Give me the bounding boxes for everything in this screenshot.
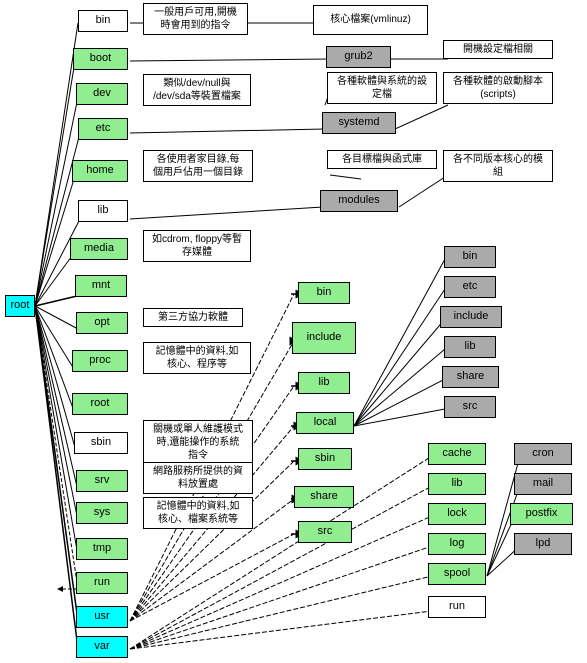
- var-cache-node: cache: [428, 443, 486, 465]
- lib-right-desc-label: 各不同版本核心的模組: [443, 150, 553, 182]
- cron-node: cron: [514, 443, 572, 465]
- root-node: root: [5, 295, 35, 317]
- lpd-node: lpd: [514, 533, 572, 555]
- opt-node: opt: [76, 312, 128, 334]
- media-desc-label: 如cdrom, floppy等暫存媒體: [143, 230, 251, 262]
- sbin-desc-label: 關機或單人維護模式時,還能操作的系統指令: [143, 420, 253, 465]
- usr-lib-node: lib: [298, 372, 350, 394]
- home-desc-label: 各使用者家目錄,每個用戶佔用一個目錄: [143, 150, 253, 182]
- usr-node: usr: [76, 606, 128, 628]
- media-node: media: [70, 238, 128, 260]
- usr-bin-node: bin: [298, 282, 350, 304]
- var-log-node: log: [428, 533, 486, 555]
- lib-left-desc-label: 各目標檔與函式庫: [327, 150, 437, 169]
- opt-desc-label: 第三方協力軟體: [143, 308, 243, 327]
- systemd-right-desc-label: 各種軟體的啟動腳本(scripts): [443, 72, 553, 104]
- local-etc-node: etc: [444, 276, 496, 298]
- lib-node: lib: [78, 200, 128, 222]
- local-include-node: include: [440, 306, 502, 328]
- usr-src-node: src: [298, 521, 352, 543]
- usr-share-node: share: [294, 486, 354, 508]
- mnt-node: mnt: [75, 275, 127, 297]
- diagram-container: root bin boot dev etc home lib media mnt…: [0, 0, 587, 663]
- root-dir-node: root: [72, 393, 128, 415]
- vmlinuz-node: 核心檔案(vmlinuz): [313, 5, 428, 35]
- dev-desc-label: 類似/dev/null與/dev/sda等裝置檔案: [143, 74, 251, 106]
- var-node: var: [76, 636, 128, 658]
- sbin-node: sbin: [74, 432, 128, 454]
- local-bin-node: bin: [444, 246, 496, 268]
- proc-desc-label: 記憶體中的資料,如核心、程序等: [143, 342, 251, 374]
- local-lib-node: lib: [444, 336, 496, 358]
- dev-node: dev: [76, 83, 128, 105]
- systemd-left-desc-label: 各種軟體與系統的設定檔: [327, 72, 437, 104]
- local-src-node: src: [444, 396, 496, 418]
- grub2-node: grub2: [326, 46, 391, 68]
- var-run-node: run: [428, 596, 486, 618]
- postfix-node: postfix: [510, 503, 573, 525]
- etc-node: etc: [78, 118, 128, 140]
- mail-node: mail: [514, 473, 572, 495]
- var-spool-node: spool: [428, 563, 486, 585]
- tmp-node: tmp: [76, 538, 128, 560]
- usr-include-node: include: [292, 322, 356, 354]
- modules-node: modules: [320, 190, 398, 212]
- home-node: home: [72, 160, 128, 182]
- grub2-desc-label: 開機設定檔相關: [443, 40, 553, 59]
- sys-node: sys: [76, 502, 128, 524]
- var-lock-node: lock: [428, 503, 486, 525]
- var-lib-node: lib: [428, 473, 486, 495]
- srv-desc-label: 網路服務所提供的資料放置處: [143, 462, 253, 494]
- boot-node: boot: [73, 48, 128, 70]
- usr-sbin-node: sbin: [298, 448, 352, 470]
- srv-node: srv: [76, 470, 128, 492]
- bin-node: bin: [78, 10, 128, 32]
- proc-node: proc: [72, 350, 128, 372]
- run-node: run: [76, 572, 128, 594]
- usr-local-node: local: [296, 412, 354, 434]
- bin-desc-label: 一般用戶可用,開機時會用到的指令: [143, 3, 248, 35]
- systemd-node: systemd: [322, 112, 396, 134]
- local-share-node: share: [442, 366, 499, 388]
- sys-desc-label: 記憶體中的資料,如核心、檔案系統等: [143, 497, 253, 529]
